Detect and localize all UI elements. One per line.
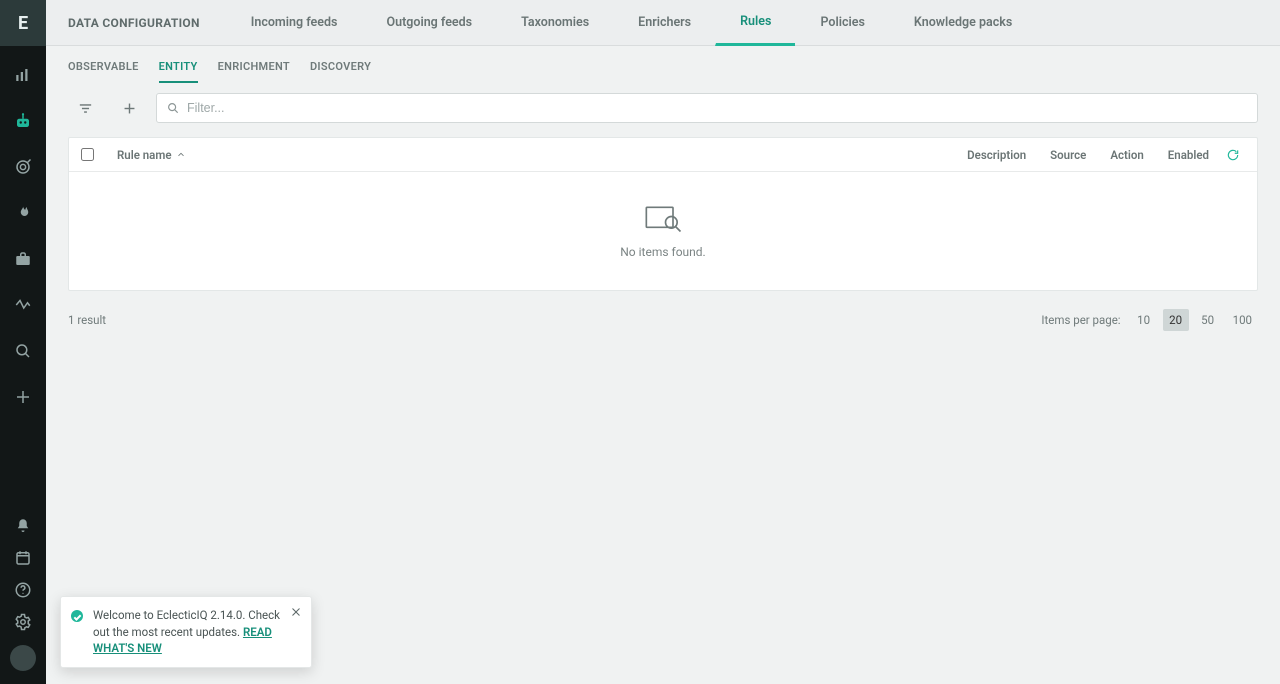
dashboard-icon: [14, 66, 32, 84]
toast-close-button[interactable]: [287, 603, 305, 621]
filter-field: [156, 93, 1258, 123]
sort-asc-icon: [176, 150, 186, 160]
filter-toggle-button[interactable]: [68, 93, 102, 123]
add-button[interactable]: [112, 93, 146, 123]
subtab-discovery[interactable]: DISCOVERY: [310, 56, 371, 83]
sidebar-item-calendar[interactable]: [0, 542, 46, 574]
refresh-button[interactable]: [1221, 148, 1245, 162]
items-per-page-label: Items per page:: [1041, 313, 1120, 327]
briefcase-icon: [14, 250, 32, 268]
sidebar-item-search[interactable]: [0, 328, 46, 374]
tab-rules[interactable]: Rules: [715, 0, 795, 46]
column-rule-name-label: Rule name: [117, 148, 172, 162]
table-header: Rule name Description Source Action Enab…: [69, 138, 1257, 172]
select-all-cell: [81, 148, 107, 161]
tab-taxonomies[interactable]: Taxonomies: [496, 0, 613, 45]
tab-knowledge-packs[interactable]: Knowledge packs: [889, 0, 1036, 45]
main: DATA CONFIGURATION Incoming feeds Outgoi…: [46, 0, 1280, 684]
pager: Items per page: 10 20 50 100: [1041, 309, 1258, 331]
help-icon: [14, 581, 32, 599]
sidebar-item-briefcase[interactable]: [0, 236, 46, 282]
calendar-icon: [14, 549, 32, 567]
sidebar-item-activity[interactable]: [0, 282, 46, 328]
sidebar-item-dashboard[interactable]: [0, 52, 46, 98]
subtab-entity[interactable]: ENTITY: [159, 56, 198, 83]
sidebar-item-create[interactable]: [0, 374, 46, 420]
success-icon: [71, 610, 83, 622]
page-title: DATA CONFIGURATION: [68, 0, 226, 45]
sidebar-item-fire[interactable]: [0, 190, 46, 236]
fire-icon: [14, 204, 32, 222]
tab-outgoing-feeds[interactable]: Outgoing feeds: [361, 0, 496, 45]
empty-state: No items found.: [69, 172, 1257, 290]
column-description[interactable]: Description: [955, 148, 1038, 162]
app-logo[interactable]: E: [0, 0, 46, 46]
tab-incoming-feeds[interactable]: Incoming feeds: [226, 0, 362, 45]
sidebar-item-help[interactable]: [0, 574, 46, 606]
select-all-checkbox[interactable]: [81, 148, 94, 161]
column-action[interactable]: Action: [1098, 148, 1155, 162]
activity-icon: [14, 296, 32, 314]
avatar-icon: [10, 645, 36, 671]
search-icon: [14, 342, 32, 360]
tab-enrichers[interactable]: Enrichers: [613, 0, 715, 45]
empty-icon: [643, 203, 683, 235]
subtab-enrichment[interactable]: ENRICHMENT: [218, 56, 290, 83]
toolbar: [46, 83, 1280, 123]
sidebar-item-target[interactable]: [0, 144, 46, 190]
plus-icon: [14, 388, 32, 406]
column-enabled[interactable]: Enabled: [1156, 148, 1221, 162]
rules-table: Rule name Description Source Action Enab…: [68, 137, 1258, 291]
sidebar-bottom: [0, 510, 46, 678]
automation-icon: [14, 112, 32, 130]
sidebar-item-settings[interactable]: [0, 606, 46, 638]
page-size-20[interactable]: 20: [1163, 309, 1189, 331]
subtabs: OBSERVABLE ENTITY ENRICHMENT DISCOVERY: [46, 46, 1280, 83]
table-footer: 1 result Items per page: 10 20 50 100: [46, 299, 1280, 341]
page-size-10[interactable]: 10: [1131, 309, 1157, 331]
sidebar-item-automation[interactable]: [0, 98, 46, 144]
plus-icon: [121, 100, 138, 117]
column-source[interactable]: Source: [1038, 148, 1098, 162]
page-size-100[interactable]: 100: [1227, 309, 1258, 331]
column-rule-name[interactable]: Rule name: [107, 148, 955, 162]
filter-input[interactable]: [156, 93, 1258, 123]
welcome-toast: Welcome to EclecticIQ 2.14.0. Check out …: [60, 596, 312, 668]
bell-icon: [14, 517, 32, 535]
result-count: 1 result: [68, 313, 106, 327]
settings-icon: [14, 613, 32, 631]
target-icon: [14, 158, 32, 176]
subtab-observable[interactable]: OBSERVABLE: [68, 56, 139, 83]
filter-icon: [77, 100, 94, 117]
sidebar-item-avatar[interactable]: [0, 638, 46, 678]
content: Rule name Description Source Action Enab…: [46, 123, 1280, 299]
tab-policies[interactable]: Policies: [795, 0, 888, 45]
sidebar-item-notifications[interactable]: [0, 510, 46, 542]
sidebar: E: [0, 0, 46, 684]
sidebar-top: [0, 52, 46, 510]
close-icon: [290, 606, 302, 618]
refresh-icon: [1226, 148, 1240, 162]
page-size-50[interactable]: 50: [1195, 309, 1221, 331]
topbar: DATA CONFIGURATION Incoming feeds Outgoi…: [46, 0, 1280, 46]
empty-text: No items found.: [620, 245, 705, 259]
